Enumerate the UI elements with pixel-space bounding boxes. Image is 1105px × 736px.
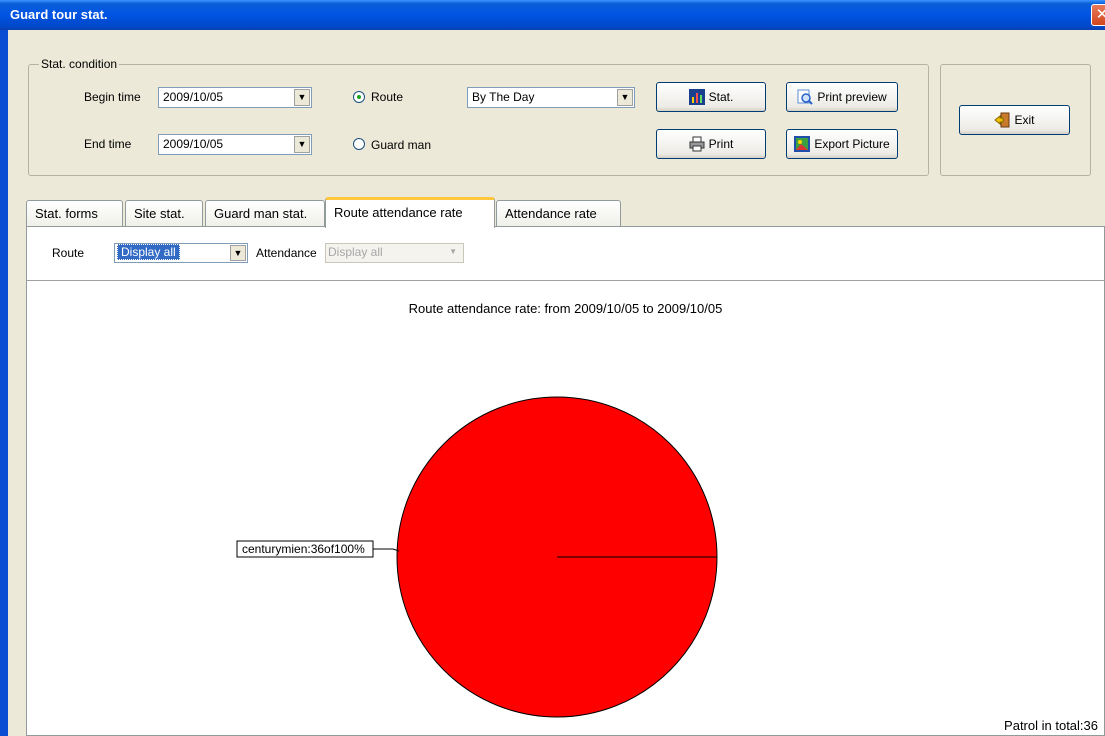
- route-filter-value: Display all: [117, 244, 180, 260]
- chevron-down-icon[interactable]: ▼: [617, 89, 633, 106]
- exit-button-label: Exit: [1014, 113, 1035, 127]
- title-bar: Guard tour stat. ✕: [0, 0, 1105, 30]
- bar-chart-icon: [688, 89, 705, 105]
- printer-icon: [689, 136, 705, 152]
- window-title: Guard tour stat.: [10, 7, 108, 22]
- tab-panel: Route Display all ▼ Attendance Display a…: [26, 226, 1105, 736]
- chevron-down-icon[interactable]: ▼: [294, 136, 310, 153]
- picture-icon: [794, 136, 811, 152]
- attendance-filter-label: Attendance: [256, 246, 317, 260]
- exit-group: Exit: [940, 64, 1091, 176]
- attendance-filter-value: Display all: [328, 245, 383, 259]
- tab-guard-man-stat[interactable]: Guard man stat.: [205, 200, 325, 226]
- tab-route-attendance-rate[interactable]: Route attendance rate: [325, 197, 495, 228]
- stat-button-label: Stat.: [708, 90, 734, 104]
- guard-man-radio-label[interactable]: Guard man: [371, 138, 431, 152]
- print-preview-button[interactable]: Print preview: [786, 82, 898, 112]
- route-radio-label[interactable]: Route: [371, 90, 403, 104]
- route-radio[interactable]: [353, 91, 365, 103]
- export-picture-button[interactable]: Export Picture: [786, 129, 898, 159]
- slice-leader-line: [373, 548, 400, 552]
- print-preview-label: Print preview: [817, 90, 887, 104]
- magnifier-icon: [797, 89, 814, 105]
- route-filter-label: Route: [52, 246, 85, 260]
- pie-chart: centurymien:36of100%: [236, 396, 718, 718]
- chevron-down-icon[interactable]: ▼: [230, 245, 246, 261]
- route-filter-select[interactable]: Display all ▼: [114, 243, 248, 263]
- end-time-label: End time: [84, 137, 132, 151]
- close-icon[interactable]: ✕: [1091, 4, 1105, 26]
- chevron-down-icon[interactable]: ▼: [294, 89, 310, 106]
- chevron-down-icon: ▼: [449, 247, 457, 256]
- begin-time-value: 2009/10/05: [163, 90, 224, 104]
- end-time-picker[interactable]: 2009/10/05 ▼: [158, 134, 312, 155]
- window-frame: [0, 30, 8, 736]
- stat-button[interactable]: Stat.: [656, 82, 766, 112]
- window-client: Stat. condition Begin time 2009/10/05 ▼ …: [8, 30, 1105, 736]
- begin-time-picker[interactable]: 2009/10/05 ▼: [158, 87, 312, 108]
- print-button-label: Print: [708, 137, 734, 151]
- period-select[interactable]: By The Day ▼: [467, 87, 635, 108]
- begin-time-label: Begin time: [84, 90, 141, 104]
- tab-attendance-rate[interactable]: Attendance rate: [496, 200, 621, 226]
- exit-door-icon: [994, 112, 1010, 128]
- slice-label: centurymien:36of100%: [242, 542, 365, 556]
- exit-button[interactable]: Exit: [959, 105, 1070, 135]
- stat-condition-legend: Stat. condition: [39, 57, 120, 71]
- stat-condition-group: Stat. condition Begin time 2009/10/05 ▼ …: [28, 57, 929, 176]
- attendance-filter-select: Display all ▼: [325, 243, 464, 263]
- print-button[interactable]: Print: [656, 129, 766, 159]
- filter-bar: Route Display all ▼ Attendance Display a…: [27, 227, 1104, 281]
- patrol-total: Patrol in total:36: [1004, 718, 1098, 733]
- tab-site-stat[interactable]: Site stat.: [125, 200, 203, 226]
- period-value: By The Day: [472, 90, 535, 104]
- export-picture-label: Export Picture: [814, 137, 890, 151]
- guard-man-radio[interactable]: [353, 138, 365, 150]
- tab-stat-forms[interactable]: Stat. forms: [26, 200, 123, 226]
- end-time-value: 2009/10/05: [163, 137, 224, 151]
